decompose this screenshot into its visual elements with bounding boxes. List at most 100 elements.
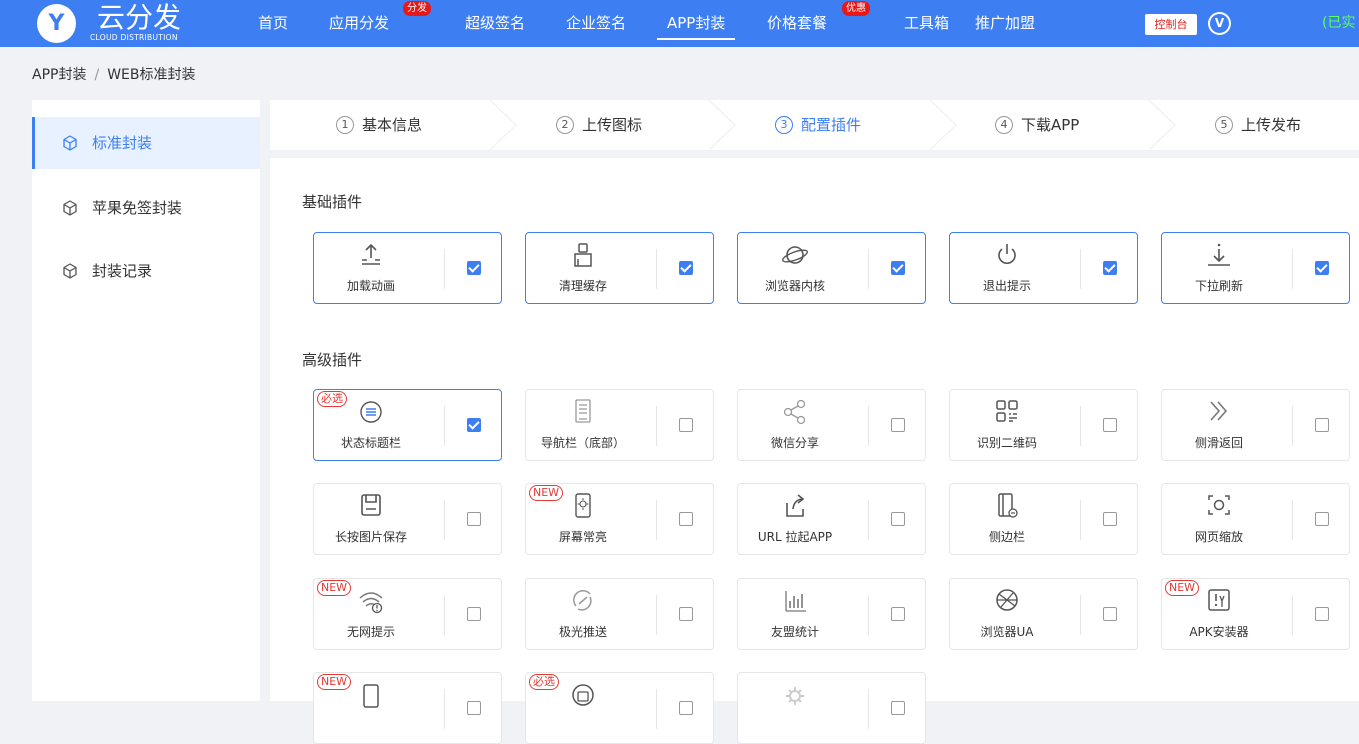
plugin-checkbox[interactable] [679, 418, 693, 432]
vip-avatar-icon[interactable]: V [1208, 12, 1231, 35]
sidebar-item-label: 封装记录 [92, 262, 153, 280]
plugin-checkbox[interactable] [891, 418, 905, 432]
plugin-checkbox[interactable] [1315, 607, 1329, 621]
plugin-label: 微信分享 [770, 436, 819, 450]
nav-item-toolbox[interactable]: 工具箱 [904, 0, 949, 47]
card-divider [444, 595, 445, 635]
card-divider [656, 595, 657, 635]
plugin-checkbox[interactable] [1103, 261, 1117, 275]
plugin-checkbox[interactable] [467, 607, 481, 621]
plugin-card[interactable]: 侧边栏 [949, 483, 1138, 555]
sidebar-item-standard-package[interactable]: 标准封装 [32, 117, 260, 169]
plugin-checkbox[interactable] [679, 607, 693, 621]
plugin-checkbox[interactable] [1103, 512, 1117, 526]
plugin-checkbox[interactable] [891, 607, 905, 621]
plugin-checkbox[interactable] [1315, 261, 1329, 275]
plugin-card[interactable]: 清理缓存 [525, 232, 714, 304]
top-nav-bar: Y 云分发 CLOUD DISTRIBUTION 首页 应用分发 分发 超级签名… [0, 0, 1359, 47]
plugin-checkbox[interactable] [891, 701, 905, 715]
step-label: 基本信息 [362, 116, 423, 134]
step-number: 3 [775, 116, 793, 134]
nav-item-app-distribution[interactable]: 应用分发 [329, 0, 389, 47]
brand-title[interactable]: 云分发 [97, 1, 181, 35]
zoom-icon [1208, 495, 1230, 515]
plugin-checkbox[interactable] [467, 418, 481, 432]
nav-item-pricing[interactable]: 价格套餐 [767, 0, 827, 47]
plugin-label: 侧滑返回 [1194, 436, 1243, 450]
step-number: 4 [995, 116, 1013, 134]
plugin-card[interactable]: URL 拉起APP [737, 483, 926, 555]
plugin-card[interactable]: 下拉刷新 [1161, 232, 1350, 304]
plugin-checkbox[interactable] [679, 512, 693, 526]
plugin-card[interactable]: 识别二维码 [949, 389, 1138, 461]
card-divider [1080, 249, 1081, 289]
step-basic-info[interactable]: 1 基本信息 [336, 100, 422, 150]
plugin-checkbox[interactable] [1315, 512, 1329, 526]
plugin-label: 友盟统计 [770, 625, 819, 639]
plugin-card[interactable]: 极光推送 [525, 578, 714, 650]
verified-status[interactable]: (已实 [1322, 0, 1355, 47]
card-divider [656, 406, 657, 446]
nav-item-super-sign[interactable]: 超级签名 [465, 0, 525, 47]
logo-letter: Y [48, 11, 65, 36]
plugin-checkbox[interactable] [1103, 607, 1117, 621]
step-upload-icon[interactable]: 2 上传图标 [556, 100, 642, 150]
plugin-card[interactable]: 退出提示 [949, 232, 1138, 304]
plugin-card[interactable]: 侧滑返回 [1161, 389, 1350, 461]
step-number: 2 [556, 116, 574, 134]
broom-icon [574, 243, 592, 267]
plugin-card[interactable]: APK安装器 NEW [1161, 578, 1350, 650]
step-separator-icon [1148, 100, 1176, 150]
plugin-card[interactable]: 网页缩放 [1161, 483, 1350, 555]
sidebar-item-package-records[interactable]: 封装记录 [32, 245, 260, 297]
nav-item-promotion[interactable]: 推广加盟 [975, 0, 1035, 47]
plugin-card[interactable]: 长按图片保存 [313, 483, 502, 555]
wifi-off-icon [359, 592, 383, 614]
plugin-checkbox[interactable] [679, 261, 693, 275]
card-divider [1080, 500, 1081, 540]
plugin-checkbox[interactable] [467, 512, 481, 526]
logo-icon[interactable]: Y [37, 4, 76, 43]
console-button[interactable]: 控制台 [1145, 14, 1197, 35]
plugin-card[interactable]: 无网提示 NEW [313, 578, 502, 650]
nav-item-app-package[interactable]: APP封装 [656, 0, 736, 47]
plugin-card[interactable]: 屏幕常亮 NEW [525, 483, 714, 555]
plugin-card[interactable]: 导航栏（底部） [525, 389, 714, 461]
plugin-card[interactable]: 状态标题栏 必选 [313, 389, 502, 461]
phone-bright-icon [575, 493, 591, 518]
breadcrumb-root[interactable]: APP封装 [32, 67, 86, 83]
plugin-checkbox[interactable] [891, 512, 905, 526]
plugin-checkbox[interactable] [1315, 418, 1329, 432]
plugin-checkbox[interactable] [679, 701, 693, 715]
plugin-checkbox[interactable] [467, 261, 481, 275]
plugin-card[interactable]: NEW [313, 672, 502, 744]
sidebar-item-apple-package[interactable]: 苹果免签封装 [32, 182, 260, 234]
plugin-card[interactable]: 微信分享 [737, 389, 926, 461]
step-download-app[interactable]: 4 下载APP [995, 100, 1079, 150]
plugin-card[interactable]: 友盟统计 [737, 578, 926, 650]
cube-icon [63, 135, 77, 151]
plugin-card[interactable]: 必选 [525, 672, 714, 744]
card-divider [868, 249, 869, 289]
nav-item-home[interactable]: 首页 [258, 0, 288, 47]
nav-item-enterprise-sign[interactable]: 企业签名 [566, 0, 626, 47]
card-divider [1080, 406, 1081, 446]
share-icon [783, 399, 806, 425]
plugin-card[interactable]: 浏览器UA [949, 578, 1138, 650]
plugin-card[interactable]: 加载动画 [313, 232, 502, 304]
step-configure-plugins[interactable]: 3 配置插件 [775, 100, 861, 150]
plugin-label: 识别二维码 [976, 436, 1037, 450]
sidebar-item-label: 标准封装 [92, 134, 153, 152]
card-divider [1292, 500, 1293, 540]
plugin-label: 清理缓存 [558, 279, 607, 293]
upload-icon [362, 243, 380, 265]
step-upload-publish[interactable]: 5 上传发布 [1215, 100, 1301, 150]
plugin-card[interactable] [737, 672, 926, 744]
plugin-checkbox[interactable] [1103, 418, 1117, 432]
step-separator-icon [489, 100, 517, 150]
plugin-checkbox[interactable] [891, 261, 905, 275]
plugin-card[interactable]: 浏览器内核 [737, 232, 926, 304]
sidebar-item-label: 苹果免签封装 [92, 199, 183, 217]
plugin-checkbox[interactable] [467, 701, 481, 715]
card-divider [656, 500, 657, 540]
